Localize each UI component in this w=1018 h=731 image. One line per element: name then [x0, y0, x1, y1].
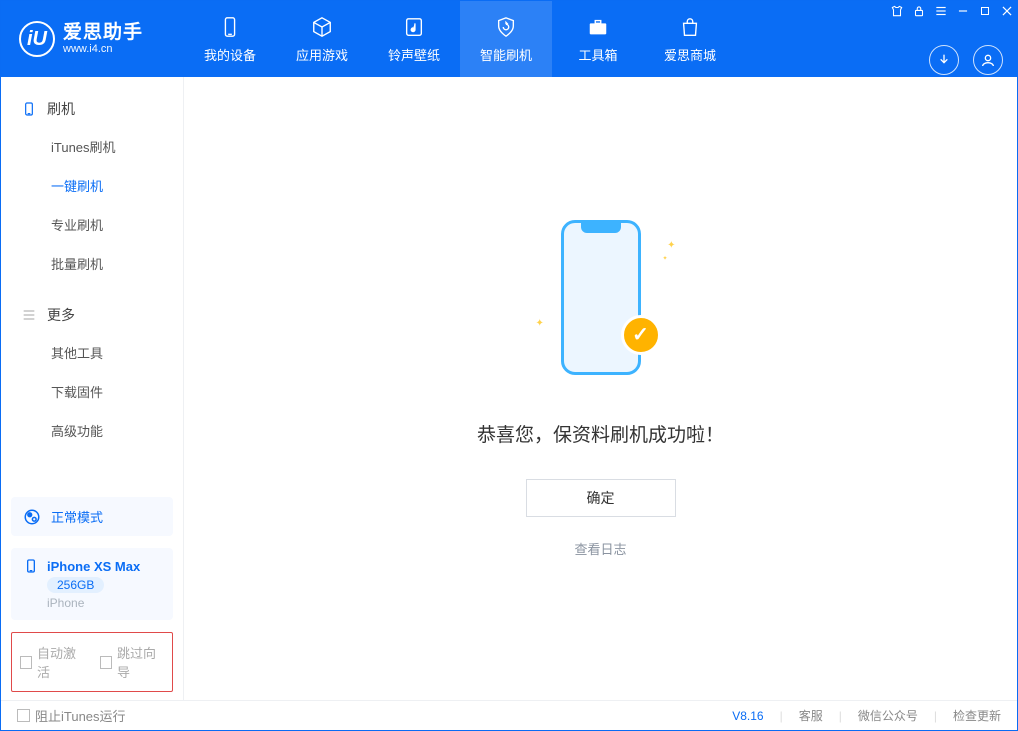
- download-button[interactable]: [929, 45, 959, 75]
- app-title: 爱思助手: [63, 23, 143, 44]
- footer-link-wechat[interactable]: 微信公众号: [858, 707, 918, 724]
- sparkle-icon: ✦: [536, 318, 544, 329]
- device-phone-icon: [23, 558, 39, 574]
- tab-apps-games[interactable]: 应用游戏: [276, 1, 368, 77]
- separator: |: [839, 709, 842, 723]
- chk-label: 阻止iTunes运行: [35, 706, 126, 725]
- menu-icon[interactable]: [931, 1, 951, 21]
- checkbox-block-itunes[interactable]: 阻止iTunes运行: [17, 706, 126, 725]
- mode-icon: [23, 508, 41, 526]
- sidebar-heading-more: 更多: [1, 297, 183, 333]
- mode-text: 正常模式: [51, 507, 103, 526]
- version-label: V8.16: [732, 709, 763, 723]
- tab-label: 智能刷机: [480, 45, 532, 64]
- chk-label: 跳过向导: [117, 643, 164, 681]
- tab-store[interactable]: 爱思商城: [644, 1, 736, 77]
- footer-link-check-update[interactable]: 检查更新: [953, 707, 1001, 724]
- logo-area: iU 爱思助手 www.i4.cn: [1, 1, 184, 77]
- sidebar-item-itunes-flash[interactable]: iTunes刷机: [1, 127, 183, 166]
- top-nav: 我的设备 应用游戏 铃声壁纸 智能刷机 工具箱: [184, 1, 887, 77]
- mode-card[interactable]: 正常模式: [11, 497, 173, 536]
- sidebar-heading-flash: 刷机: [1, 91, 183, 127]
- sidebar-item-oneclick-flash[interactable]: 一键刷机: [1, 166, 183, 205]
- sidebar-item-advanced[interactable]: 高级功能: [1, 411, 183, 450]
- tab-my-device[interactable]: 我的设备: [184, 1, 276, 77]
- device-card[interactable]: iPhone XS Max 256GB iPhone: [11, 548, 173, 620]
- highlighted-checkbox-row: 自动激活 跳过向导: [11, 632, 173, 692]
- bag-icon: [678, 15, 702, 39]
- check-circle-icon: ✓: [621, 315, 661, 355]
- shield-refresh-icon: [494, 15, 518, 39]
- tab-ringtone-wallpaper[interactable]: 铃声壁纸: [368, 1, 460, 77]
- sparkle-icon: ✦: [662, 255, 667, 262]
- tab-label: 铃声壁纸: [388, 45, 440, 64]
- success-message: 恭喜您，保资料刷机成功啦！: [477, 420, 724, 447]
- sidebar-item-download-firmware[interactable]: 下载固件: [1, 372, 183, 411]
- footer-link-support[interactable]: 客服: [799, 707, 823, 724]
- checkbox-icon: [20, 656, 32, 669]
- titlebar: iU 爱思助手 www.i4.cn 我的设备 应用游戏 铃声壁纸: [1, 1, 1017, 77]
- sidebar-item-batch-flash[interactable]: 批量刷机: [1, 244, 183, 283]
- sidebar-item-pro-flash[interactable]: 专业刷机: [1, 205, 183, 244]
- sparkle-icon: ✦: [667, 240, 675, 251]
- separator: |: [780, 709, 783, 723]
- device-storage-badge: 256GB: [47, 577, 104, 593]
- cube-icon: [310, 15, 334, 39]
- checkbox-icon: [17, 709, 30, 722]
- toolbox-icon: [586, 15, 610, 39]
- main-area: 刷机 iTunes刷机 一键刷机 专业刷机 批量刷机 更多 其他工具 下载固件 …: [1, 77, 1017, 700]
- list-icon: [21, 307, 37, 323]
- lock-icon[interactable]: [909, 1, 929, 21]
- tshirt-icon[interactable]: [887, 1, 907, 21]
- checkbox-skip-guide[interactable]: 跳过向导: [100, 643, 164, 681]
- device-icon: [21, 101, 37, 117]
- tab-label: 爱思商城: [664, 45, 716, 64]
- content-area: ✓ ✦ ✦ ✦ 恭喜您，保资料刷机成功啦！ 确定 查看日志: [184, 77, 1017, 700]
- separator: |: [934, 709, 937, 723]
- app-subtitle: www.i4.cn: [63, 43, 143, 55]
- tab-label: 应用游戏: [296, 45, 348, 64]
- chk-label: 自动激活: [37, 643, 84, 681]
- device-type: iPhone: [47, 596, 84, 610]
- checkbox-auto-activate[interactable]: 自动激活: [20, 643, 84, 681]
- titlebar-actions: [887, 1, 1017, 77]
- footer: 阻止iTunes运行 V8.16 | 客服 | 微信公众号 | 检查更新: [1, 700, 1017, 730]
- maximize-button[interactable]: [975, 1, 995, 21]
- tab-toolbox[interactable]: 工具箱: [552, 1, 644, 77]
- close-button[interactable]: [997, 1, 1017, 21]
- sidebar: 刷机 iTunes刷机 一键刷机 专业刷机 批量刷机 更多 其他工具 下载固件 …: [1, 77, 184, 700]
- tab-label: 工具箱: [578, 45, 617, 64]
- minimize-button[interactable]: [953, 1, 973, 21]
- view-log-link[interactable]: 查看日志: [574, 539, 626, 558]
- checkbox-icon: [100, 656, 112, 669]
- heading-text: 刷机: [47, 99, 75, 119]
- device-name: iPhone XS Max: [47, 559, 140, 574]
- success-illustration: ✓ ✦ ✦ ✦: [526, 220, 676, 380]
- phone-icon: [218, 15, 242, 39]
- sidebar-item-other-tools[interactable]: 其他工具: [1, 333, 183, 372]
- tab-smart-flash[interactable]: 智能刷机: [460, 1, 552, 77]
- logo-icon: iU: [19, 21, 55, 57]
- music-note-icon: [402, 15, 426, 39]
- heading-text: 更多: [47, 305, 75, 325]
- user-button[interactable]: [973, 45, 1003, 75]
- ok-button[interactable]: 确定: [526, 479, 676, 517]
- tab-label: 我的设备: [204, 45, 256, 64]
